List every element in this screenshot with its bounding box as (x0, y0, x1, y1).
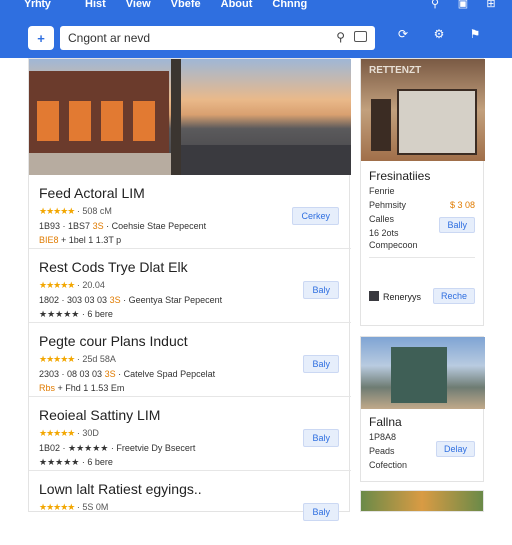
filter-icon[interactable]: ⚑ (468, 27, 482, 41)
star-icons: ★★★★★ (39, 354, 75, 364)
search-icon[interactable]: ⚲ (428, 0, 442, 10)
result-meta: 1802 · 303 03 03 3S · Geentya Star Pepec… (39, 295, 223, 305)
side-card-title: Fresinatiies (369, 169, 431, 183)
star-icons: ★★★★★ (39, 280, 75, 290)
star-icons: ★★★★★ (39, 428, 75, 438)
list-item[interactable]: Rest Cods Trye Dlat Elk ★★★★★ · 20.04 18… (29, 249, 351, 323)
refresh-icon[interactable]: ⟳ (396, 27, 410, 41)
side-card-text: Calles (369, 214, 395, 224)
results-panel: Feed Actoral LIM ★★★★★ · 508 cM 1B93 · 1… (28, 58, 351, 521)
result-title[interactable]: Lown lalt Ratiest egyings.. (39, 481, 202, 497)
result-meta: 2303 · 08 03 03 3S · Catelve Spad Pepcel… (39, 369, 216, 379)
side-card-secondary-button[interactable]: Reche (432, 288, 475, 304)
side-card-destinations[interactable]: RETTENZT Fresinatiies Fenrie Pehmsity $ … (360, 58, 485, 326)
top-icons: ⚲ ▣ ⊞ (428, 0, 498, 10)
side-card-text: Cofection (369, 460, 408, 470)
result-meta: 1B02 · ★★★★★ · Freetvie Dy Bsecert (39, 443, 196, 453)
rating-text: · 5S 0M (76, 502, 109, 512)
list-item[interactable]: Feed Actoral LIM ★★★★★ · 508 cM 1B93 · 1… (29, 175, 351, 249)
search-input[interactable] (68, 30, 308, 46)
side-card-text: Fenrie (369, 186, 395, 196)
side-card-text: Pehmsity (369, 200, 407, 210)
hero-image (29, 59, 351, 175)
top-menu: Hist View Vbefe About Chnng (85, 0, 307, 10)
list-item[interactable]: Pegte cour Plans Induct ★★★★★ · 25d 58A … (29, 323, 351, 397)
rating-text: · 30D (76, 428, 99, 438)
side-card-label: Reneryys (383, 292, 422, 302)
side-card-action-button[interactable]: Delay (435, 441, 475, 457)
back-button[interactable]: + (28, 26, 54, 50)
search-bar: ⚲ (60, 26, 375, 50)
result-title[interactable]: Rest Cods Trye Dlat Elk (39, 259, 188, 275)
result-action-button[interactable]: Baly (303, 503, 339, 521)
result-meta-2: ★★★★★ · 6 bere (39, 309, 113, 319)
menu-item-vbefe[interactable]: Vbefe (171, 0, 201, 10)
menu-item-hist[interactable]: Hist (85, 0, 106, 10)
side-card-image-partial[interactable] (360, 490, 484, 512)
search-icon[interactable]: ⚲ (336, 30, 345, 44)
menu-item-view[interactable]: View (126, 0, 151, 10)
star-icons: ★★★★★ (39, 206, 75, 216)
result-action-button[interactable]: Baly (303, 355, 339, 373)
divider (369, 257, 475, 258)
result-title[interactable]: Feed Actoral LIM (39, 185, 145, 201)
result-meta: 1B93 · 1BS7 3S · Coehsie Stae Pepecent (39, 221, 207, 231)
rating: ★★★★★ · 5S 0M (39, 502, 108, 513)
side-card-text: 1P8A8 (369, 432, 397, 442)
rating: ★★★★★ · 25d 58A (39, 354, 116, 365)
store-image: RETTENZT (361, 59, 485, 161)
side-card-text: Peads (369, 446, 395, 456)
store-sign: RETTENZT (369, 65, 422, 76)
side-card-action-button[interactable]: Bally (439, 217, 475, 233)
list-item[interactable]: Lown lalt Ratiest egyings.. ★★★★★ · 5S 0… (29, 471, 351, 545)
rating-text: · 20.04 (76, 280, 105, 290)
side-card-title: Fallna (369, 415, 402, 429)
rating-text: · 508 cM (76, 206, 112, 216)
price-text: $ 3 08 (449, 200, 475, 210)
result-action-button[interactable]: Baly (303, 281, 339, 299)
side-card-fallna[interactable]: Fallna 1P8A8 Peads Cofection Delay (360, 336, 485, 482)
keyboard-icon[interactable] (354, 31, 367, 42)
result-action-button[interactable]: Cerkey (292, 207, 339, 225)
rating: ★★★★★ · 30D (39, 428, 99, 439)
storefront-illustration (29, 71, 169, 155)
star-icons: ★★★★★ (39, 502, 75, 512)
building-image (361, 337, 485, 409)
side-card-text: 16 2ots (369, 228, 399, 238)
app-header: Yrhty Hist View Vbefe About Chnng ⚲ ▣ ⊞ … (0, 0, 512, 58)
rating: ★★★★★ · 20.04 (39, 280, 105, 291)
result-meta-2: Rbs + Fhd 1 1.53 Em (39, 383, 125, 393)
menu-item-chnng[interactable]: Chnng (272, 0, 307, 10)
rating-text: · 25d 58A (76, 354, 116, 364)
folder-icon[interactable]: ▣ (456, 0, 470, 10)
result-action-button[interactable]: Baly (303, 429, 339, 447)
header-actions: ⟳ ⚙ ⚑ (396, 27, 482, 41)
rating: ★★★★★ · 508 cM (39, 206, 112, 217)
settings-icon[interactable]: ⚙ (432, 27, 446, 41)
list-item[interactable]: Reoieal Sattiny LIM ★★★★★ · 30D 1B02 · ★… (29, 397, 351, 471)
result-meta-2: BIE8 + 1bel 1 1.3T p (39, 235, 122, 245)
side-card-text: Compecoon (369, 240, 418, 250)
result-meta-2: ★★★★★ · 6 bere (39, 457, 113, 467)
results-list: Feed Actoral LIM ★★★★★ · 508 cM 1B93 · 1… (29, 175, 351, 545)
grid-icon[interactable]: ⊞ (484, 0, 498, 10)
flag-icon (369, 291, 379, 301)
menu-item-about[interactable]: About (221, 0, 253, 10)
result-title[interactable]: Reoieal Sattiny LIM (39, 407, 160, 423)
result-title[interactable]: Pegte cour Plans Induct (39, 333, 188, 349)
brand-logo[interactable]: Yrhty (24, 0, 51, 10)
